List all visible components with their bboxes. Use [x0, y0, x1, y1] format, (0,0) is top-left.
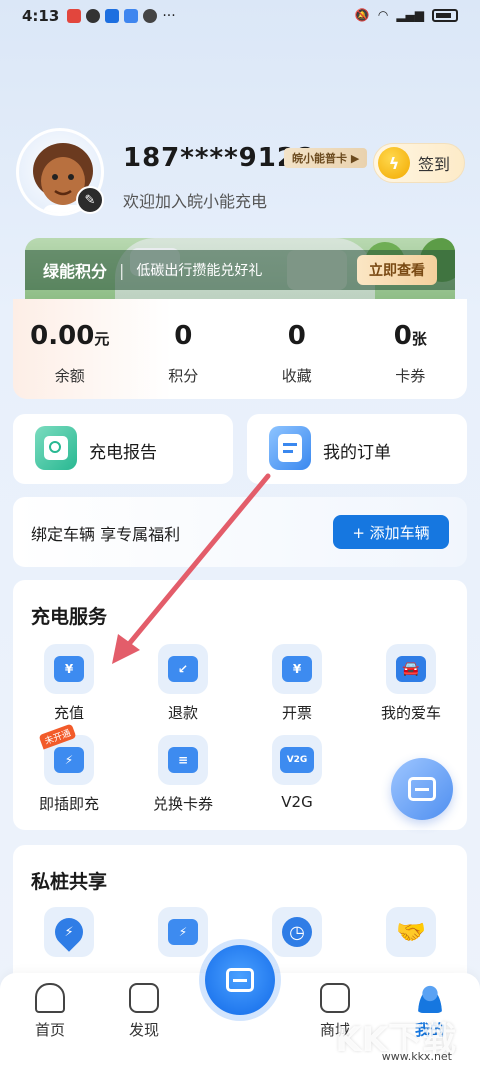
banner-subtitle: 低碳出行攒能兑好礼: [136, 263, 263, 279]
more-notifications-icon: ···: [162, 8, 176, 24]
nav-label: 发现: [128, 1021, 159, 1039]
coupon-icon: ≡: [158, 735, 208, 785]
stat-balance[interactable]: 0.00元 余额: [13, 299, 127, 399]
bind-vehicle-card: 绑定车辆 享专属福利 + 添加车辆: [13, 497, 467, 567]
stat-points[interactable]: 0 积分: [127, 299, 241, 399]
service-refund[interactable]: ↙ 退款: [133, 644, 233, 723]
wifi-icon: ◠: [377, 8, 389, 22]
stat-label: 收藏: [281, 367, 312, 385]
clock-icon[interactable]: ◷: [272, 907, 322, 957]
location-bolt-icon[interactable]: ⚡: [44, 907, 94, 957]
service-label: V2G: [281, 793, 313, 811]
my-orders-card[interactable]: 我的订单: [247, 414, 467, 484]
stat-label: 余额: [54, 367, 85, 385]
order-list-icon: [269, 426, 311, 470]
stat-value: 0: [287, 321, 306, 351]
notification-app-icon: [67, 9, 82, 23]
laptop-bolt-icon[interactable]: ⚡: [158, 907, 208, 957]
charging-report-label: 充电报告: [89, 443, 157, 463]
status-bar: 4:13 ··· 🔕 ◠ ▂▄▆: [0, 0, 480, 32]
checkin-label: 签到: [418, 155, 451, 174]
nav-label: 首页: [34, 1021, 65, 1039]
banner-separator: |: [119, 260, 125, 280]
profile-icon: [415, 983, 445, 1013]
report-search-icon: [35, 426, 77, 470]
stat-value: 0: [174, 321, 193, 351]
stat-label: 卡券: [395, 367, 426, 385]
v2g-icon: V2G: [272, 735, 322, 785]
bind-vehicle-text: 绑定车辆 享专属福利: [31, 525, 181, 544]
service-label: 兑换卡券: [152, 795, 213, 813]
service-label: 我的爱车: [380, 704, 441, 722]
stat-unit: 张: [411, 330, 427, 348]
mute-icon: 🔕: [354, 8, 370, 22]
nav-discover[interactable]: 发现: [114, 983, 174, 1040]
mall-icon: [320, 983, 350, 1013]
message-icon: [143, 9, 158, 23]
account-stats: 0.00元 余额 0 积分 0 收藏 0张 卡券: [13, 299, 467, 399]
home-icon: [35, 983, 65, 1013]
view-now-button[interactable]: 立即查看: [357, 255, 437, 285]
service-my-car[interactable]: 🚘 我的爱车: [361, 644, 461, 723]
unopened-tag: 未开通: [38, 723, 77, 750]
stat-favorites[interactable]: 0 收藏: [240, 299, 354, 399]
stat-value: 0.00: [30, 321, 95, 351]
section-title: 充电服务: [31, 606, 108, 628]
banner-info-bar: 绿能积分 | 低碳出行攒能兑好礼 立即查看: [25, 250, 455, 290]
add-vehicle-button[interactable]: + 添加车辆: [333, 515, 449, 549]
service-invoice[interactable]: ¥ 开票: [247, 644, 347, 723]
service-redeem-coupon[interactable]: ≡ 兑换卡券: [133, 735, 233, 814]
handshake-icon[interactable]: 🤝: [386, 907, 436, 957]
service-plug-and-charge[interactable]: ⚡ 未开通 即插即充: [19, 723, 119, 814]
app-notification-icon: [124, 9, 139, 23]
my-orders-label: 我的订单: [323, 443, 391, 463]
battery-icon: [432, 8, 458, 22]
app-notification-icon: [105, 9, 120, 23]
scan-icon: [226, 968, 254, 992]
stat-label: 积分: [168, 367, 199, 385]
charging-report-card[interactable]: 充电报告: [13, 414, 233, 484]
scan-icon: [408, 777, 436, 801]
service-label: 即插即充: [38, 795, 99, 813]
nav-home[interactable]: 首页: [20, 983, 80, 1040]
status-time: 4:13: [22, 7, 60, 25]
invoice-icon: ¥: [272, 644, 322, 694]
discover-icon: [129, 983, 159, 1013]
status-right: 🔕 ◠ ▂▄▆: [355, 8, 458, 22]
service-recharge[interactable]: ¥ 充值: [19, 644, 119, 723]
checkin-button[interactable]: ϟ 签到: [373, 143, 465, 183]
member-card-badge[interactable]: 皖小能普卡 ▶: [284, 148, 368, 168]
edit-avatar-icon[interactable]: ✎: [76, 186, 104, 214]
banner-title: 绿能积分: [43, 262, 108, 281]
service-v2g[interactable]: V2G V2G: [247, 735, 347, 811]
scan-charge-button[interactable]: [205, 945, 275, 1015]
section-title: 私桩共享: [31, 871, 108, 893]
stat-value: 0: [393, 321, 412, 351]
refund-card-icon: ↙: [158, 644, 208, 694]
yuan-card-icon: ¥: [44, 644, 94, 694]
signal-icon: ▂▄▆: [396, 8, 424, 22]
floating-scan-button[interactable]: [391, 758, 453, 820]
plug-charge-icon: ⚡ 未开通: [38, 723, 94, 785]
service-label: 开票: [281, 704, 312, 722]
lightning-coin-icon: ϟ: [378, 147, 410, 179]
service-label: 退款: [167, 704, 198, 722]
stat-unit: 元: [94, 330, 110, 348]
car-icon: 🚘: [386, 644, 436, 694]
watermark-url: www.kkx.net: [381, 1050, 452, 1063]
stat-coupons[interactable]: 0张 卡券: [354, 299, 468, 399]
welcome-text: 欢迎加入皖小能充电: [123, 192, 268, 211]
wechat-icon: [86, 9, 101, 23]
service-label: 充值: [53, 704, 84, 722]
